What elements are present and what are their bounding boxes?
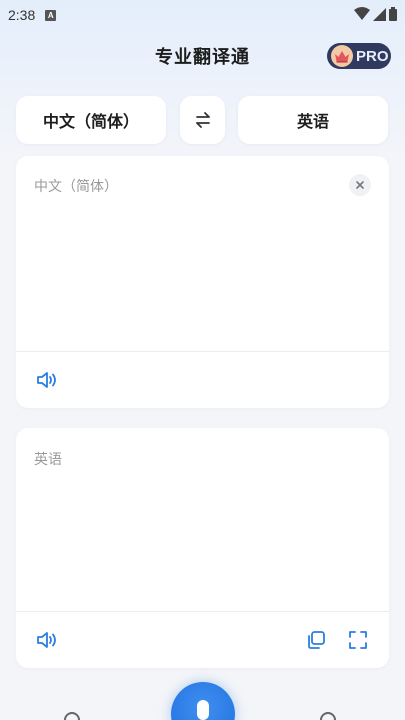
swap-arrows-icon bbox=[195, 112, 210, 128]
wifi-icon bbox=[354, 7, 370, 20]
pro-upgrade-button[interactable]: PRO bbox=[327, 43, 391, 69]
status-icons bbox=[354, 7, 397, 21]
voice-input-button[interactable] bbox=[171, 682, 235, 720]
copy-icon bbox=[308, 631, 325, 649]
source-speak-button[interactable] bbox=[36, 369, 58, 391]
target-language-caption: 英语 bbox=[34, 452, 62, 468]
close-icon bbox=[356, 181, 364, 189]
bottom-left-icon[interactable] bbox=[64, 712, 80, 720]
source-text-panel[interactable]: 中文（简体） bbox=[16, 156, 389, 408]
microphone-icon bbox=[197, 700, 209, 720]
source-language-label: 中文（简体） bbox=[42, 112, 139, 131]
target-language-button[interactable]: 英语 bbox=[238, 96, 388, 144]
speaker-icon bbox=[37, 372, 56, 388]
clear-text-button[interactable] bbox=[349, 174, 371, 196]
signal-icon bbox=[373, 7, 386, 21]
swap-languages-button[interactable] bbox=[180, 96, 225, 144]
bottom-right-icon[interactable] bbox=[320, 712, 336, 720]
target-speak-button[interactable] bbox=[36, 629, 58, 651]
pro-label: PRO bbox=[356, 47, 389, 65]
app-header: 专业翻译通 PRO bbox=[0, 38, 405, 74]
target-text-panel: 英语 bbox=[16, 428, 389, 668]
status-bar: 2:38 A bbox=[0, 0, 405, 30]
target-language-label: 英语 bbox=[296, 112, 329, 131]
notification-icon: A bbox=[45, 9, 57, 21]
source-text-placeholder[interactable]: 中文（简体） bbox=[34, 176, 118, 196]
fullscreen-button[interactable] bbox=[347, 629, 369, 651]
battery-icon bbox=[389, 7, 397, 21]
status-time: 2:38 bbox=[8, 7, 36, 23]
crown-icon bbox=[331, 45, 353, 67]
copy-button[interactable] bbox=[305, 629, 327, 651]
divider bbox=[16, 611, 389, 612]
language-selector: 中文（简体） 英语 bbox=[16, 96, 388, 144]
divider bbox=[16, 351, 389, 352]
page-title: 专业翻译通 bbox=[155, 47, 250, 68]
source-language-button[interactable]: 中文（简体） bbox=[16, 96, 166, 144]
speaker-icon bbox=[37, 632, 56, 648]
fullscreen-icon bbox=[349, 631, 367, 649]
